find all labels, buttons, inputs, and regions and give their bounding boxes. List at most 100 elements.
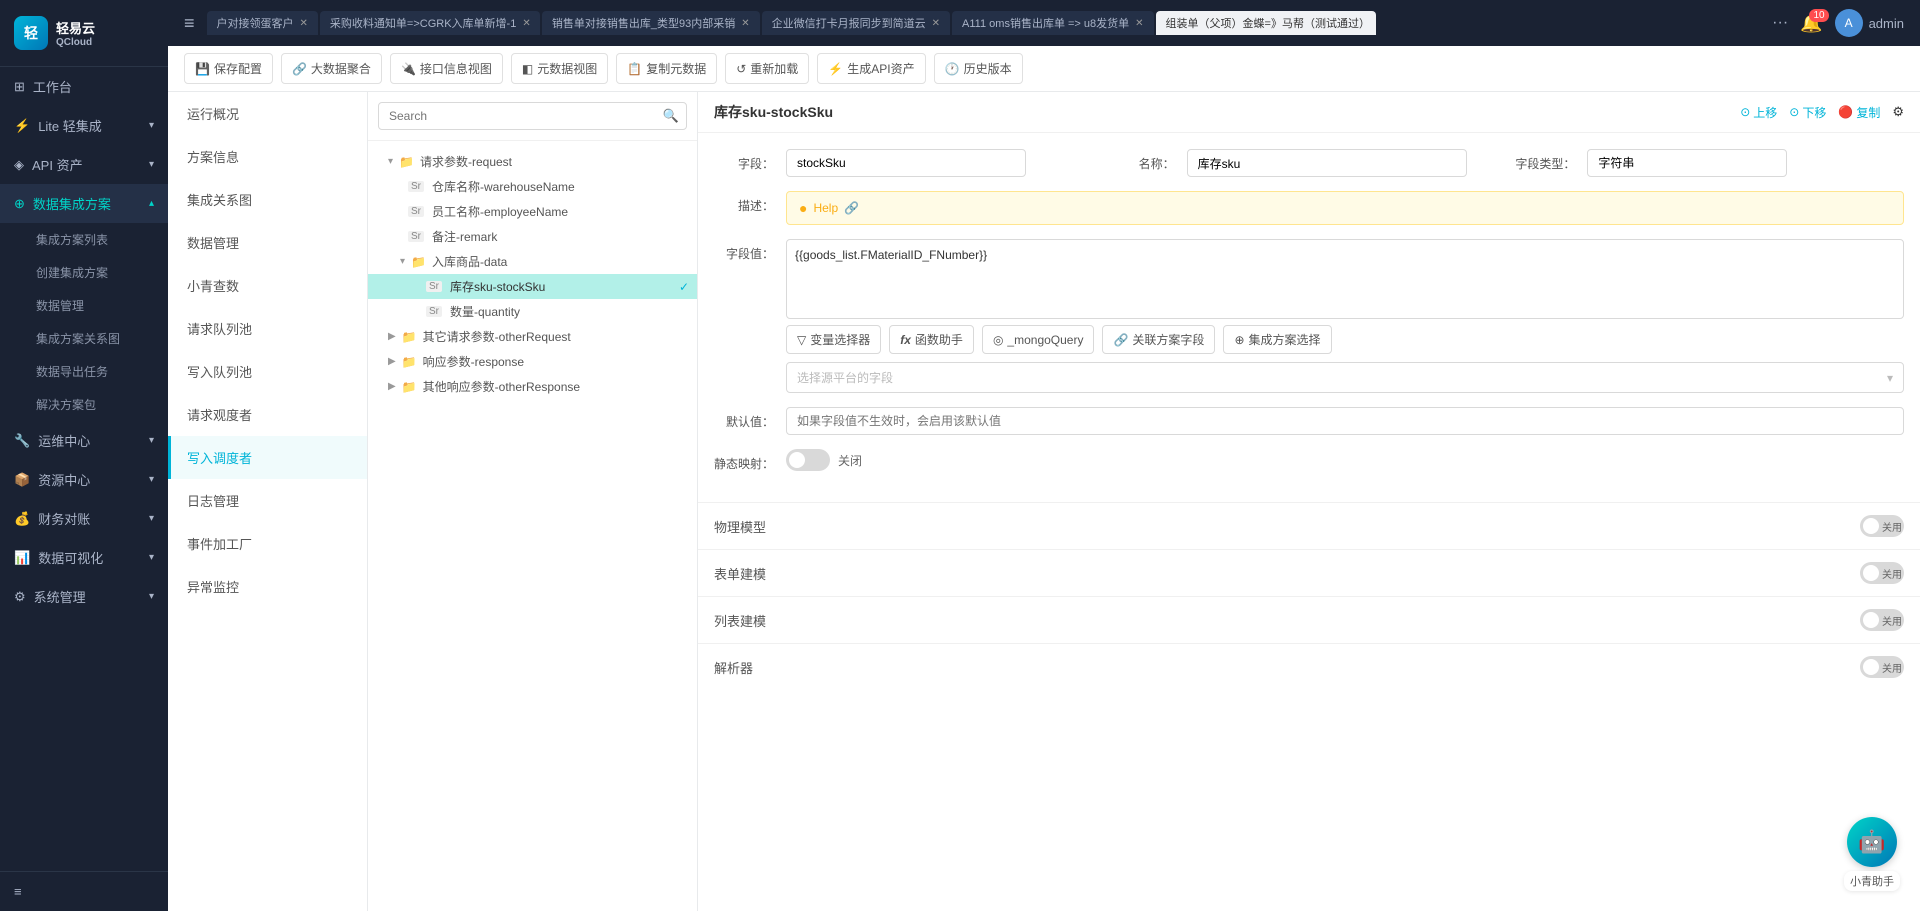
tree-node-stock-sku[interactable]: Sr 库存sku-stockSku ✓ [368,274,697,299]
tab-5[interactable]: A111 oms销售出库单 => u8发货单 ✕ [952,11,1153,35]
notification-area[interactable]: 🔔 10 [1800,13,1822,34]
side-panel: 运行概况 方案信息 集成关系图 数据管理 小青查数 请求队列池 写入队列池 请求… [168,92,368,911]
tree-node-request-params[interactable]: ▾ 📁 请求参数-request [368,149,697,174]
func-helper-button[interactable]: fx 函数助手 [889,325,974,354]
chevron-right-icon: ▶ [388,356,396,367]
copy-button[interactable]: 🔴 复制 [1838,104,1880,121]
sidebar-sub-export[interactable]: 数据导出任务 [0,355,168,388]
lightning-icon: ⚡ [828,62,843,76]
field-row: 字段： 名称： 字段类型： 字符串 [714,149,1904,177]
down-button[interactable]: ⊙ 下移 [1789,104,1826,121]
side-panel-plan-info[interactable]: 方案信息 [168,135,367,178]
tree-node-warehouse-name[interactable]: Sr 仓库名称-warehouseName [368,174,697,199]
tree-node-employee-name[interactable]: Sr 员工名称-employeeName [368,199,697,224]
field-value-label: 字段值： [714,239,774,262]
tree-node-remark[interactable]: Sr 备注-remark [368,224,697,249]
help-box: ● Help 🔗 [786,191,1904,225]
sidebar-sub-relation-map[interactable]: 集成方案关系图 [0,322,168,355]
history-icon: 🕐 [945,62,960,76]
side-panel-request-observer[interactable]: 请求观度者 [168,393,367,436]
user-info[interactable]: A admin [1835,9,1904,37]
tab-2[interactable]: 采购收料通知单=>CGRK入库单新增-1 ✕ [320,11,540,35]
sidebar-item-sysadmin[interactable]: ⚙ 系统管理 ▾ [0,577,168,616]
reload-button[interactable]: ↺ 重新加载 [725,53,809,84]
sidebar-item-resource[interactable]: 📦 资源中心 ▾ [0,460,168,499]
sidebar-item-data-integration[interactable]: ⊕ 数据集成方案 ▴ [0,184,168,223]
physical-model-toggle[interactable]: 关用 [1860,515,1904,537]
sidebar-item-lite[interactable]: ⚡ Lite 轻集成 ▾ [0,106,168,145]
side-panel-write-observer[interactable]: 写入调度者 [168,436,367,479]
tab-close-icon[interactable]: ✕ [932,18,940,29]
sidebar-sub-integration-list[interactable]: 集成方案列表 [0,223,168,256]
history-button[interactable]: 🕐 历史版本 [934,53,1023,84]
more-tabs-icon[interactable]: ··· [1772,14,1788,32]
parser-toggle[interactable]: 关用 [1860,656,1904,678]
tab-close-icon[interactable]: ✕ [741,18,749,29]
tab-close-icon[interactable]: ✕ [1135,18,1143,29]
source-platform-select[interactable]: 选择源平台的字段 ▾ [786,362,1904,393]
mongo-query-button[interactable]: ◎ _mongoQuery [982,325,1095,354]
interface-view-button[interactable]: 🔌 接口信息视图 [390,53,503,84]
list-build-toggle[interactable]: 关用 [1860,609,1904,631]
tab-3[interactable]: 销售单对接销售出库_类型93内部采销 ✕ [542,11,760,35]
search-input-wrap: 🔍 [378,102,687,130]
detail-header-right: ⊙ 上移 ⊙ 下移 🔴 复制 ⚙ [1740,104,1904,121]
sidebar-item-workbench[interactable]: ⊞ 工作台 [0,67,168,106]
form-build-toggle[interactable]: 关用 [1860,562,1904,584]
default-input[interactable] [786,407,1904,435]
tree-panel: 🔍 ▾ 📁 请求参数-request Sr 仓库名称-warehouseName [368,92,698,911]
side-panel-data-mgmt[interactable]: 数据管理 [168,221,367,264]
side-panel-event-factory[interactable]: 事件加工厂 [168,522,367,565]
tree-node-other-response[interactable]: ▶ 📁 其他响应参数-otherResponse [368,374,697,399]
side-panel-log-mgmt[interactable]: 日志管理 [168,479,367,522]
type-select[interactable]: 字符串 [1587,149,1787,177]
field-input[interactable] [786,149,1026,177]
desc-row: 描述： ● Help 🔗 [714,191,1904,225]
gen-api-button[interactable]: ⚡ 生成API资产 [817,53,925,84]
sidebar-item-api[interactable]: ◈ API 资产 ▾ [0,145,168,184]
tree-node-response[interactable]: ▶ 📁 响应参数-response [368,349,697,374]
sidebar-item-finance[interactable]: 💰 财务对账 ▾ [0,499,168,538]
tab-6[interactable]: 组装单（父项）金蝶=》马帮（测试通过） ✕ [1156,11,1376,35]
up-button[interactable]: ⊙ 上移 [1740,104,1777,121]
save-config-button[interactable]: 💾 保存配置 [184,53,273,84]
sidebar-collapse[interactable]: ≡ [0,871,168,911]
tab-close-icon[interactable]: ✕ [522,18,530,29]
tab-close-icon[interactable]: ✕ [300,18,308,29]
menu-icon[interactable]: ≡ [184,13,195,34]
tree-node-quantity[interactable]: Sr 数量-quantity [368,299,697,324]
sidebar-sub-solution-pkg[interactable]: 解决方案包 [0,388,168,421]
sidebar-sub-create[interactable]: 创建集成方案 [0,256,168,289]
side-panel-exception-monitor[interactable]: 异常监控 [168,565,367,608]
help-box-wrap: ● Help 🔗 [786,191,1904,225]
field-value-area[interactable]: {{goods_list.FMaterialID_FNumber}} [786,239,1904,319]
static-mapping-toggle[interactable] [786,449,830,471]
sidebar-sub-data-mgmt[interactable]: 数据管理 [0,289,168,322]
var-selector-button[interactable]: ▽ 变量选择器 [786,325,881,354]
meta-view-button[interactable]: ◧ 元数据视图 [511,53,608,84]
sidebar-item-ops[interactable]: 🔧 运维中心 ▾ [0,421,168,460]
copy-meta-button[interactable]: 📋 复制元数据 [616,53,717,84]
search-input[interactable] [378,102,687,130]
field-input-wrap [786,149,1103,177]
side-panel-write-queue[interactable]: 写入队列池 [168,350,367,393]
side-panel-request-queue[interactable]: 请求队列池 [168,307,367,350]
name-input[interactable] [1187,149,1467,177]
gear-icon[interactable]: ⚙ [1892,104,1904,120]
assistant-button[interactable]: 🤖 [1847,817,1897,867]
side-panel-xiao-query[interactable]: 小青查数 [168,264,367,307]
tab-4[interactable]: 企业微信打卡月报同步到简道云 ✕ [762,11,950,35]
sidebar-item-viz[interactable]: 📊 数据可视化 ▾ [0,538,168,577]
integration-select-button[interactable]: ⊕ 集成方案选择 [1223,325,1331,354]
tree-node-instock-goods[interactable]: ▾ 📁 入库商品-data [368,249,697,274]
detail-actions: ⊙ 上移 ⊙ 下移 🔴 复制 [1740,104,1880,121]
link-icon: 🔗 [292,62,307,76]
side-panel-integration-map[interactable]: 集成关系图 [168,178,367,221]
tab-1[interactable]: 户对接领蛋客户 ✕ [207,11,318,35]
relate-field-button[interactable]: 🔗 关联方案字段 [1102,325,1215,354]
big-data-button[interactable]: 🔗 大数据聚合 [281,53,382,84]
workbench-icon: ⊞ [14,79,25,95]
side-panel-overview[interactable]: 运行概况 [168,92,367,135]
field-value-row: 字段值： {{goods_list.FMaterialID_FNumber}} … [714,239,1904,393]
tree-node-other-request[interactable]: ▶ 📁 其它请求参数-otherRequest [368,324,697,349]
